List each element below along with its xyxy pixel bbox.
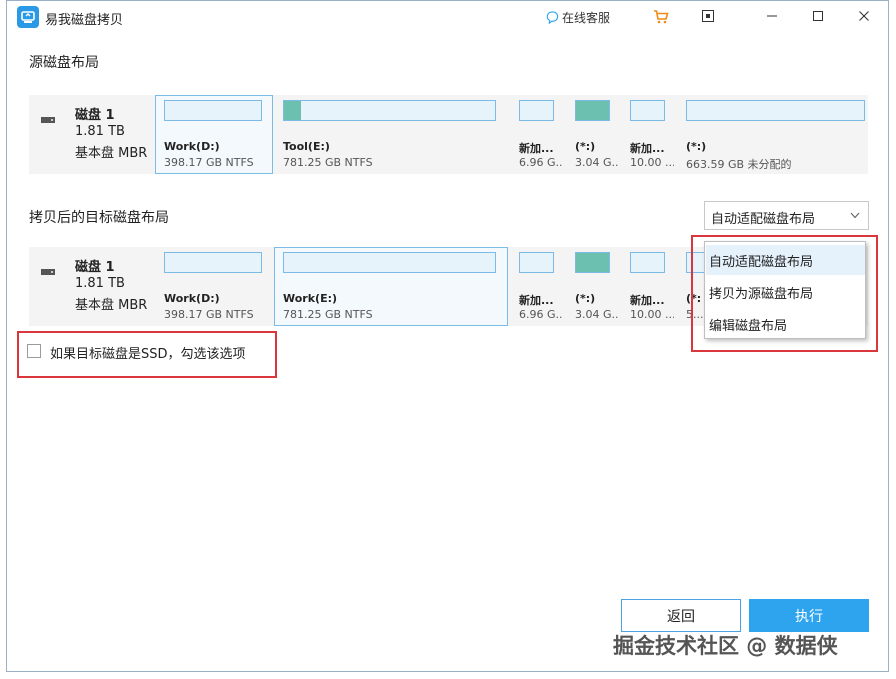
partition-label: (*:) bbox=[575, 140, 596, 153]
online-support-label: 在线客服 bbox=[562, 11, 611, 25]
disk-name: 磁盘 1 bbox=[75, 108, 115, 123]
partition-size: 6.96 G... bbox=[519, 156, 563, 169]
partition-1[interactable]: Work(D:) 398.17 GB NTFS bbox=[155, 95, 273, 174]
partition-size: 3.04 G... bbox=[575, 308, 619, 321]
app-logo-icon bbox=[17, 6, 39, 28]
close-icon bbox=[859, 11, 869, 21]
partition-label: Work(D:) bbox=[164, 292, 220, 305]
partition-label: 新加... bbox=[630, 142, 665, 155]
partition-usage-fill bbox=[284, 101, 301, 120]
partition-size: 10.00 ... bbox=[630, 156, 674, 169]
partition-usage-bar bbox=[575, 100, 610, 121]
partition-label: Work(D:) bbox=[164, 140, 220, 153]
partition-usage-bar bbox=[630, 252, 665, 273]
app-window: 易我磁盘拷贝 在线客服 源磁盘布局 磁盘 1 1.81 TB 基本盘 MBR W… bbox=[6, 0, 889, 672]
source-layout-title: 源磁盘布局 bbox=[29, 55, 99, 71]
partition-size: 6.96 G... bbox=[519, 308, 563, 321]
partition-label: (*:) bbox=[686, 140, 707, 153]
partition-label: 新加... bbox=[630, 294, 665, 307]
partition-2[interactable]: Tool(E:) 781.25 GB NTFS bbox=[274, 95, 508, 174]
partition-usage-bar bbox=[164, 252, 262, 273]
partition-6[interactable]: (*:) 663.59 GB 未分配的 bbox=[677, 95, 867, 174]
partition-1[interactable]: Work(D:) 398.17 GB NTFS bbox=[155, 247, 273, 326]
chevron-down-icon bbox=[850, 212, 860, 219]
partition-size: 781.25 GB NTFS bbox=[283, 308, 373, 321]
partition-usage-fill bbox=[576, 253, 609, 272]
ssd-checkbox-label: 如果目标磁盘是SSD，勾选该选项 bbox=[50, 347, 246, 362]
partition-label: 新加... bbox=[519, 294, 554, 307]
execute-button[interactable]: 执行 bbox=[749, 599, 869, 632]
title-bar: 易我磁盘拷贝 在线客服 bbox=[7, 1, 888, 33]
disk-size: 1.81 TB bbox=[75, 276, 125, 291]
maximize-button[interactable] bbox=[807, 5, 829, 27]
partition-usage-bar bbox=[283, 100, 496, 121]
layout-mode-select[interactable]: 自动适配磁盘布局 bbox=[704, 201, 869, 230]
partition-label: 新加... bbox=[519, 142, 554, 155]
partition-3[interactable]: 新加... 6.96 G... bbox=[510, 95, 564, 174]
partition-usage-fill bbox=[576, 101, 609, 120]
partition-4[interactable]: (*:) 3.04 G... bbox=[566, 247, 620, 326]
partition-label: Work(E:) bbox=[283, 292, 338, 305]
window-title: 易我磁盘拷贝 bbox=[45, 13, 124, 28]
partition-usage-bar bbox=[519, 252, 554, 273]
partition-size: 398.17 GB NTFS bbox=[164, 308, 254, 321]
partition-size: 10.00 ... bbox=[630, 308, 674, 321]
dropdown-highlight-box bbox=[691, 235, 878, 352]
minimize-button[interactable] bbox=[761, 5, 783, 27]
disk-name: 磁盘 1 bbox=[75, 260, 115, 275]
pin-window-icon bbox=[702, 10, 714, 22]
partition-usage-bar bbox=[519, 100, 554, 121]
pin-window-button[interactable] bbox=[697, 5, 719, 27]
disk-type: 基本盘 MBR bbox=[75, 146, 148, 161]
disk-type: 基本盘 MBR bbox=[75, 298, 148, 313]
partition-size: 781.25 GB NTFS bbox=[283, 156, 373, 169]
chat-bubble-icon bbox=[546, 11, 559, 25]
source-disk-row: 磁盘 1 1.81 TB 基本盘 MBR Work(D:) 398.17 GB N… bbox=[29, 95, 868, 174]
ssd-checkbox[interactable] bbox=[27, 344, 41, 358]
online-support-link[interactable]: 在线客服 bbox=[545, 9, 610, 26]
back-button[interactable]: 返回 bbox=[621, 599, 741, 632]
partition-4[interactable]: (*:) 3.04 G... bbox=[566, 95, 620, 174]
cart-icon[interactable] bbox=[653, 9, 669, 25]
hard-drive-icon bbox=[41, 269, 55, 275]
partition-size: 3.04 G... bbox=[575, 156, 619, 169]
partition-usage-bar bbox=[283, 252, 496, 273]
partition-label: Tool(E:) bbox=[283, 140, 330, 153]
partition-size: 663.59 GB 未分配的 bbox=[686, 158, 792, 171]
target-layout-title: 拷贝后的目标磁盘布局 bbox=[29, 210, 169, 226]
partition-usage-bar bbox=[164, 100, 262, 121]
maximize-icon bbox=[813, 11, 823, 21]
partition-size: 398.17 GB NTFS bbox=[164, 156, 254, 169]
disk-size: 1.81 TB bbox=[75, 124, 125, 139]
partition-usage-bar bbox=[686, 100, 865, 121]
minimize-icon bbox=[767, 15, 777, 17]
partition-5[interactable]: 新加... 10.00 ... bbox=[621, 95, 675, 174]
partition-usage-bar bbox=[575, 252, 610, 273]
partition-5[interactable]: 新加... 10.00 ... bbox=[621, 247, 675, 326]
partition-label: (*:) bbox=[575, 292, 596, 305]
partition-3[interactable]: 新加... 6.96 G... bbox=[510, 247, 564, 326]
close-button[interactable] bbox=[853, 5, 875, 27]
layout-mode-selected-value: 自动适配磁盘布局 bbox=[711, 212, 816, 227]
partition-2[interactable]: Work(E:) 781.25 GB NTFS bbox=[274, 247, 508, 326]
watermark-text: 掘金技术社区 @ 数据侠 bbox=[613, 634, 838, 658]
partition-usage-bar bbox=[630, 100, 665, 121]
hard-drive-icon bbox=[41, 117, 55, 123]
